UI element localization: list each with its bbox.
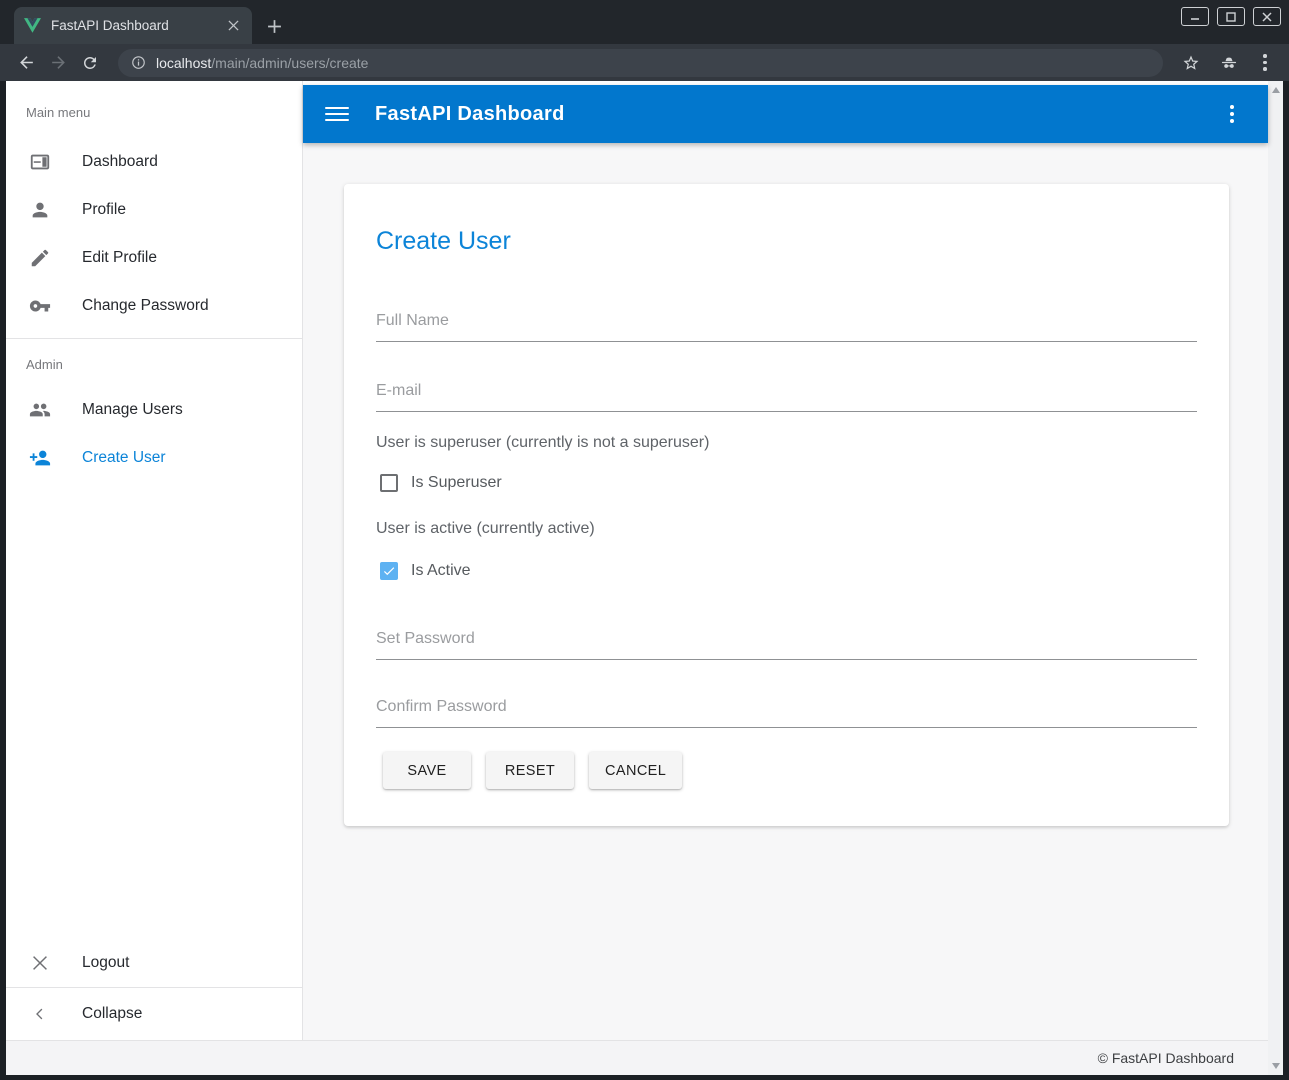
sidebar-item-label: Edit Profile: [82, 249, 157, 267]
incognito-icon: [1213, 47, 1245, 79]
person-add-icon: [28, 446, 52, 470]
sidebar-item-dashboard[interactable]: Dashboard: [6, 138, 302, 186]
scroll-down-icon[interactable]: [1268, 1059, 1283, 1073]
scroll-up-icon[interactable]: [1268, 83, 1283, 97]
pencil-icon: [28, 246, 52, 270]
window-minimize-button[interactable]: [1181, 7, 1209, 26]
url-text: localhost/main/admin/users/create: [156, 55, 368, 71]
back-button[interactable]: [10, 47, 42, 79]
sidebar: Main menu Dashboard Profile Edit Profile…: [6, 81, 303, 1040]
sidebar-item-change-password[interactable]: Change Password: [6, 282, 302, 330]
forward-button[interactable]: [42, 47, 74, 79]
bookmark-star-icon[interactable]: [1175, 47, 1207, 79]
tab-close-icon[interactable]: [224, 17, 242, 35]
key-icon: [28, 294, 52, 318]
confirm-password-field[interactable]: [376, 698, 1197, 728]
sidebar-item-label: Change Password: [82, 297, 209, 315]
sidebar-item-label: Profile: [82, 201, 126, 219]
is-active-label: Is Active: [411, 562, 471, 580]
page-footer: © FastAPI Dashboard: [6, 1040, 1268, 1075]
sidebar-section-admin: Admin: [6, 339, 302, 386]
reset-button[interactable]: RESET: [486, 752, 574, 789]
url-host: localhost: [156, 55, 211, 71]
browser-tab[interactable]: FastAPI Dashboard: [14, 7, 252, 44]
sidebar-bottom: Logout Collapse: [6, 939, 302, 1040]
page: Main menu Dashboard Profile Edit Profile…: [6, 81, 1283, 1075]
page-title: Create User: [376, 226, 1197, 256]
sidebar-item-collapse[interactable]: Collapse: [6, 988, 302, 1040]
email-field[interactable]: [376, 382, 1197, 412]
sidebar-item-profile[interactable]: Profile: [6, 186, 302, 234]
chevron-left-icon: [28, 1002, 52, 1026]
sidebar-section-main-menu: Main menu: [6, 81, 302, 138]
reload-button[interactable]: [74, 47, 106, 79]
close-icon: [28, 951, 52, 975]
is-active-row: Is Active: [376, 562, 1197, 580]
browser-navbar: localhost/main/admin/users/create: [0, 44, 1289, 81]
is-superuser-row: Is Superuser: [376, 474, 1197, 492]
check-icon: [382, 564, 396, 578]
copyright-text: © FastAPI Dashboard: [1098, 1050, 1234, 1066]
active-hint: User is active (currently active): [376, 520, 1197, 538]
url-bar[interactable]: localhost/main/admin/users/create: [118, 49, 1163, 77]
url-path: /main/admin/users/create: [211, 55, 368, 71]
app-title: FastAPI Dashboard: [375, 103, 1218, 126]
sidebar-item-label: Logout: [82, 954, 129, 972]
save-button[interactable]: SAVE: [383, 752, 471, 789]
main-area: FastAPI Dashboard Create User User is su…: [303, 81, 1268, 1040]
new-tab-icon[interactable]: [262, 14, 286, 38]
cancel-button[interactable]: CANCEL: [589, 752, 682, 789]
sidebar-item-label: Dashboard: [82, 153, 158, 171]
sidebar-item-label: Create User: [82, 449, 166, 467]
app-bar: FastAPI Dashboard: [303, 85, 1268, 143]
window-close-button[interactable]: [1253, 7, 1281, 26]
is-active-checkbox[interactable]: [380, 562, 398, 580]
content-area: Create User User is superuser (currently…: [303, 143, 1268, 1040]
set-password-field[interactable]: [376, 630, 1197, 660]
site-info-icon[interactable]: [131, 55, 146, 70]
sidebar-item-label: Collapse: [82, 1005, 142, 1023]
vue-logo-icon: [24, 18, 41, 33]
people-icon: [28, 398, 52, 422]
person-icon: [28, 198, 52, 222]
full-name-field[interactable]: [376, 312, 1197, 342]
browser-titlebar: FastAPI Dashboard: [0, 0, 1289, 44]
window-maximize-button[interactable]: [1217, 7, 1245, 26]
hamburger-menu-icon[interactable]: [325, 102, 349, 126]
tab-title: FastAPI Dashboard: [51, 18, 224, 33]
superuser-hint: User is superuser (currently is not a su…: [376, 434, 1197, 452]
sidebar-item-logout[interactable]: Logout: [6, 939, 302, 987]
is-superuser-checkbox[interactable]: [380, 474, 398, 492]
sidebar-item-manage-users[interactable]: Manage Users: [6, 386, 302, 434]
sidebar-item-create-user[interactable]: Create User: [6, 434, 302, 482]
create-user-card: Create User User is superuser (currently…: [344, 184, 1229, 826]
is-superuser-label: Is Superuser: [411, 474, 502, 492]
page-scrollbar[interactable]: [1268, 81, 1283, 1075]
appbar-menu-icon[interactable]: [1218, 105, 1246, 123]
dashboard-icon: [28, 150, 52, 174]
browser-menu-icon[interactable]: [1251, 47, 1279, 79]
sidebar-item-label: Manage Users: [82, 401, 183, 419]
form-actions: SAVE RESET CANCEL: [376, 752, 1197, 789]
sidebar-item-edit-profile[interactable]: Edit Profile: [6, 234, 302, 282]
